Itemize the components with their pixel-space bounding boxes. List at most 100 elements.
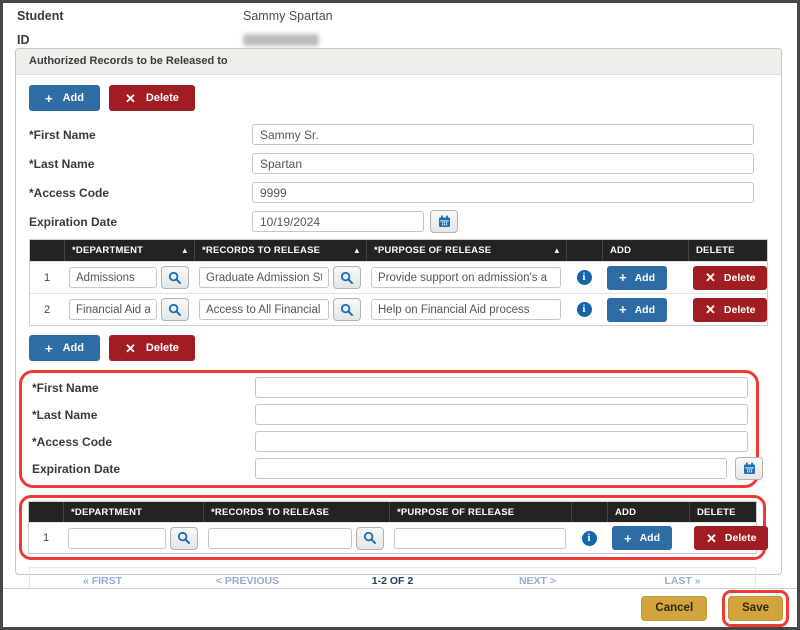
row-add-button[interactable]: + Add <box>607 298 667 322</box>
row-delete-label: Delete <box>724 272 756 284</box>
row-delete-button[interactable]: ✕ Delete <box>694 526 768 550</box>
department-lookup-button[interactable] <box>161 298 189 321</box>
expiration-date-label: Expiration Date <box>29 215 252 229</box>
cancel-button[interactable]: Cancel <box>641 596 707 621</box>
first-name-input-2[interactable] <box>255 377 748 398</box>
records-lookup-button[interactable] <box>333 266 361 289</box>
records-cell <box>194 262 366 293</box>
info-icon[interactable]: i <box>582 531 597 546</box>
pagination-first-link[interactable]: « FIRST <box>30 575 175 587</box>
field-group-1: *First Name *Last Name *Access Code Expi… <box>29 120 768 236</box>
records-cell <box>194 294 366 325</box>
student-name-value: Sammy Spartan <box>243 9 333 23</box>
records-input[interactable] <box>199 299 329 320</box>
plus-icon: + <box>624 532 632 545</box>
add-column-header: ADD <box>602 240 688 261</box>
pagination-previous-link[interactable]: < PREVIOUS <box>175 575 320 587</box>
department-input[interactable] <box>69 299 157 320</box>
plus-icon: + <box>45 342 53 355</box>
department-input[interactable] <box>69 267 157 288</box>
row-number: 1 <box>29 523 63 553</box>
access-code-label: *Access Code <box>29 186 252 200</box>
grid-1-header: *DEPARTMENT ▲ *RECORDS TO RELEASE ▲ *PUR… <box>30 240 767 261</box>
add-row-button-2[interactable]: + Add <box>29 335 100 361</box>
grid-2-header: *DEPARTMENT *RECORDS TO RELEASE *PURPOSE… <box>29 502 756 522</box>
plus-icon: + <box>45 92 53 105</box>
department-input[interactable] <box>68 528 166 549</box>
table-row: 1 <box>29 522 756 553</box>
info-icon[interactable]: i <box>577 270 592 285</box>
info-icon[interactable]: i <box>577 302 592 317</box>
calendar-button-2[interactable] <box>735 457 763 480</box>
first-name-label-2: *First Name <box>32 381 255 395</box>
pagination-last-link[interactable]: LAST » <box>610 575 755 587</box>
delete-cell: ✕ Delete <box>689 523 773 553</box>
delete-column-header: DELETE <box>689 502 756 522</box>
records-header-label: *RECORDS TO RELEASE <box>202 245 320 256</box>
delete-button-label: Delete <box>146 342 179 354</box>
access-code-input-2[interactable] <box>255 431 748 452</box>
last-name-input[interactable] <box>252 153 754 174</box>
purpose-input[interactable] <box>371 299 561 320</box>
records-column-header[interactable]: *RECORDS TO RELEASE ▲ <box>194 240 366 261</box>
records-cell <box>203 523 389 553</box>
row-number: 2 <box>30 294 64 325</box>
row-delete-button[interactable]: ✕ Delete <box>693 266 767 290</box>
calendar-button[interactable] <box>430 210 458 233</box>
student-row: Student Sammy Spartan <box>3 5 797 27</box>
expiration-date-input-2[interactable] <box>255 458 727 479</box>
info-column-header <box>571 502 607 522</box>
first-name-input[interactable] <box>252 124 754 145</box>
first-name-row: *First Name <box>29 120 768 149</box>
add-column-header: ADD <box>607 502 689 522</box>
student-id-redacted-value <box>243 34 319 46</box>
add-button-label: Add <box>63 342 84 354</box>
search-icon <box>340 271 354 285</box>
access-code-input[interactable] <box>252 182 754 203</box>
department-lookup-button[interactable] <box>170 527 198 550</box>
info-cell: i <box>566 294 602 325</box>
save-button[interactable]: Save <box>728 596 783 621</box>
pagination-status: 1-2 OF 2 <box>320 575 465 587</box>
x-icon: ✕ <box>125 342 136 355</box>
add-cell: + Add <box>607 523 689 553</box>
purpose-column-header[interactable]: *PURPOSE OF RELEASE ▲ <box>366 240 566 261</box>
purpose-cell <box>389 523 571 553</box>
last-name-row-2: *Last Name <box>32 401 756 428</box>
delete-row-button-2[interactable]: ✕ Delete <box>109 335 195 361</box>
expiration-date-input[interactable] <box>252 211 424 232</box>
records-input[interactable] <box>199 267 329 288</box>
first-name-label: *First Name <box>29 128 252 142</box>
add-cell: + Add <box>602 294 688 325</box>
purpose-input[interactable] <box>371 267 561 288</box>
release-authorization-window: Student Sammy Spartan ID Authorized Reco… <box>0 0 800 630</box>
last-name-input-2[interactable] <box>255 404 748 425</box>
department-lookup-button[interactable] <box>161 266 189 289</box>
delete-button-label: Delete <box>146 92 179 104</box>
row-add-button[interactable]: + Add <box>612 526 672 550</box>
records-lookup-button[interactable] <box>356 527 384 550</box>
expiration-date-row-2: Expiration Date <box>32 455 756 482</box>
pagination-next-link[interactable]: NEXT > <box>465 575 610 587</box>
row-add-button[interactable]: + Add <box>607 266 667 290</box>
sort-asc-icon[interactable]: ▲ <box>181 246 189 255</box>
authorized-records-panel: Authorized Records to be Released to + A… <box>15 48 782 575</box>
records-lookup-button[interactable] <box>333 298 361 321</box>
add-row-button[interactable]: + Add <box>29 85 100 111</box>
last-name-label: *Last Name <box>29 157 252 171</box>
row-delete-button[interactable]: ✕ Delete <box>693 298 767 322</box>
records-input[interactable] <box>208 528 352 549</box>
info-column-header <box>566 240 602 261</box>
purpose-input[interactable] <box>394 528 566 549</box>
toolbar-2: + Add ✕ Delete <box>29 335 768 361</box>
delete-row-button[interactable]: ✕ Delete <box>109 85 195 111</box>
highlight-empty-grid: *DEPARTMENT *RECORDS TO RELEASE *PURPOSE… <box>19 495 766 560</box>
department-column-header[interactable]: *DEPARTMENT ▲ <box>64 240 194 261</box>
search-icon <box>363 531 377 545</box>
sort-asc-icon[interactable]: ▲ <box>553 246 561 255</box>
department-cell <box>64 262 194 293</box>
sort-asc-icon[interactable]: ▲ <box>353 246 361 255</box>
access-code-row-2: *Access Code <box>32 428 756 455</box>
info-cell: i <box>571 523 607 553</box>
highlight-empty-fields: *First Name *Last Name *Access Code Expi… <box>19 370 759 488</box>
